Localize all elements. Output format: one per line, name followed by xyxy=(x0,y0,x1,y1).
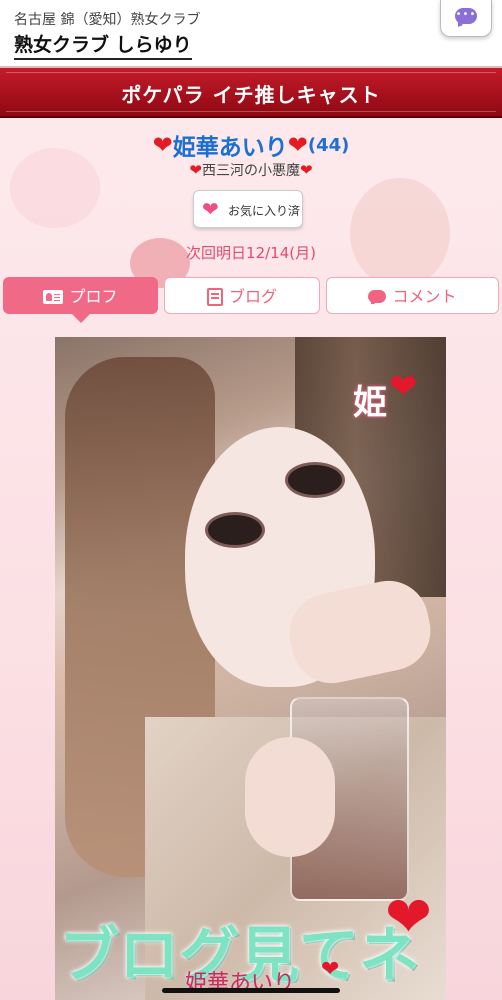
chat-bubble-icon: ••• xyxy=(455,8,477,27)
recommended-cast-banner: ポケパラ イチ推しキャスト xyxy=(0,66,502,118)
shop-name-link[interactable]: 熟女クラブ しらゆり xyxy=(14,30,192,60)
tab-label: ブログ xyxy=(228,287,277,306)
cast-photo[interactable]: 姫 ❤ ブログ見てネ ❤ 姫華あいり ❤ xyxy=(55,337,446,1000)
cast-name-row: ❤姫華あいり❤(44) xyxy=(0,128,502,162)
tab-blog[interactable]: ブログ xyxy=(164,277,320,314)
tab-label: コメント xyxy=(392,287,457,306)
photo-sticker-text: 姫 xyxy=(353,383,387,423)
favorite-label: お気に入り済 xyxy=(228,204,301,218)
heart-icon: ❤ xyxy=(385,885,432,950)
heart-icon: ❤ xyxy=(389,367,418,407)
catchphrase-text: 西三河の小悪魔 xyxy=(202,163,300,179)
heart-icon: ❤ xyxy=(321,957,340,982)
heart-icon: ❤ xyxy=(202,197,219,221)
heart-icon: ❤ xyxy=(287,131,308,159)
home-indicator[interactable] xyxy=(162,988,340,993)
next-work-schedule: 次回明日12/14(月) xyxy=(186,244,316,262)
favorite-button[interactable]: ❤ お気に入り済 xyxy=(193,190,303,228)
tab-profile[interactable]: プロフ xyxy=(3,277,158,314)
chat-button[interactable]: ••• xyxy=(440,0,492,37)
cast-catchphrase: ❤西三河の小悪魔❤ xyxy=(0,160,502,180)
active-tab-indicator xyxy=(72,314,90,323)
profile-card-icon xyxy=(43,289,64,304)
tab-comment[interactable]: コメント xyxy=(326,277,499,314)
shop-area-subtitle: 名古屋 錦（愛知）熟女クラブ xyxy=(14,12,201,28)
heart-icon: ❤ xyxy=(189,161,202,179)
heart-icon: ❤ xyxy=(300,161,313,179)
heart-icon: ❤ xyxy=(152,131,173,159)
banner-title: ポケパラ イチ推しキャスト xyxy=(121,83,381,107)
site-header: 名古屋 錦（愛知）熟女クラブ 熟女クラブ しらゆり ••• xyxy=(0,0,502,64)
tab-label: プロフ xyxy=(69,287,118,306)
cast-age: (44) xyxy=(307,134,350,156)
blog-edit-icon xyxy=(206,287,223,306)
cast-name: 姫華あいり xyxy=(172,135,288,161)
comment-icon xyxy=(368,290,387,304)
